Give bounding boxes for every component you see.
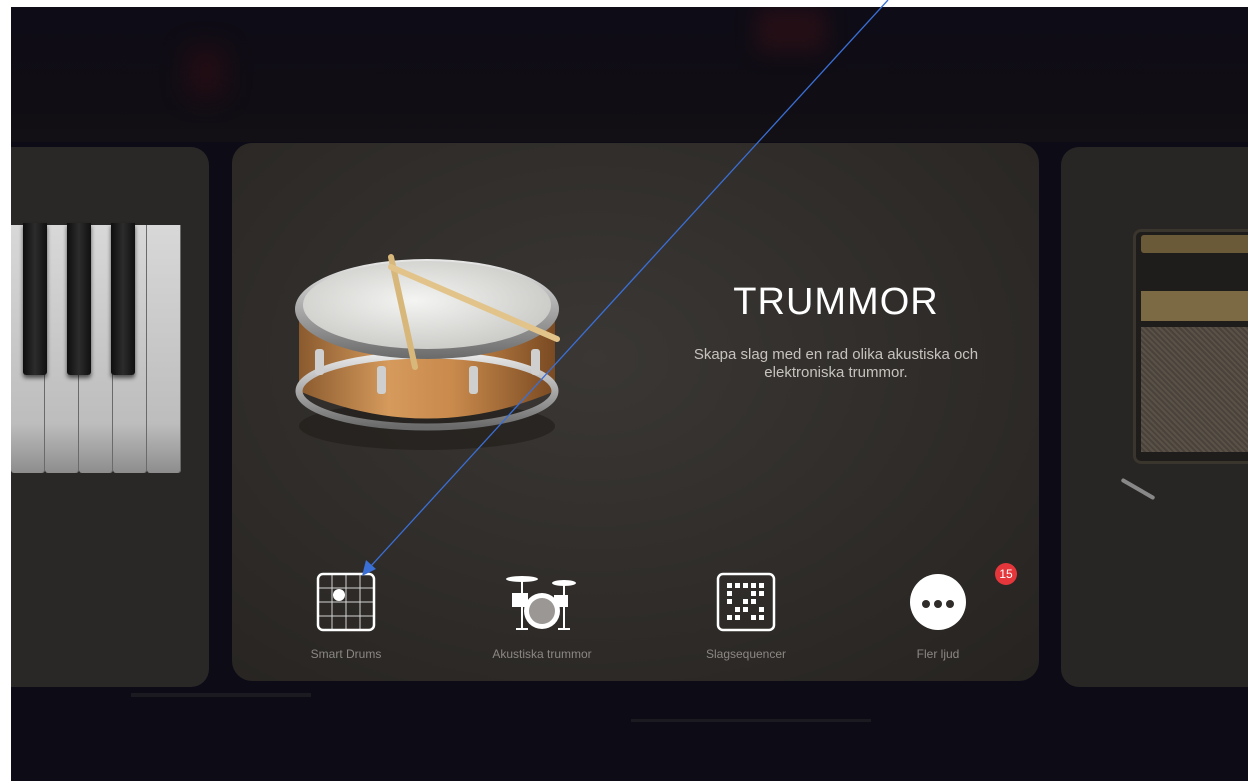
option-label: Akustiska trummor [492, 647, 592, 661]
background-smudge [131, 693, 311, 697]
smart-drums-button[interactable]: Smart Drums [276, 571, 416, 661]
guitar-amp-image: G [1133, 229, 1248, 464]
step-sequencer-icon [716, 572, 776, 632]
screen: TRUMMOR Skapa slag med en rad olika akus… [11, 7, 1248, 781]
smart-drums-grid-icon [316, 572, 376, 632]
drums-instrument-card[interactable]: TRUMMOR Skapa slag med en rad olika akus… [232, 143, 1039, 681]
keyboard-instrument-card[interactable] [11, 147, 209, 687]
option-label: Slagsequencer [705, 647, 787, 661]
notification-badge: 15 [995, 563, 1017, 585]
acoustic-drums-button[interactable]: Akustiska trummor [472, 571, 612, 661]
more-sounds-icon [910, 574, 966, 630]
snare-drum-image [295, 254, 560, 450]
piano-keys-image [11, 223, 181, 475]
step-sequencer-button[interactable]: Slagsequencer [676, 571, 816, 661]
option-label: Fler ljud [916, 647, 960, 661]
drum-kit-icon [506, 576, 576, 630]
guitar-cable [1120, 477, 1156, 501]
description-line: elektroniska trummor. [764, 364, 908, 381]
instrument-title: TRUMMOR [733, 281, 939, 323]
background-glow [756, 7, 826, 52]
background-glow [186, 47, 226, 97]
more-sounds-button[interactable]: 15 Fler ljud [868, 563, 1017, 661]
description-line: Skapa slag med en rad olika akustiska oc… [693, 346, 979, 363]
instrument-description: Skapa slag med en rad olika akustiska oc… [636, 346, 1036, 382]
more-sounds-icon-wrapper: 15 [907, 563, 1017, 633]
guitar-instrument-card[interactable]: G [1061, 147, 1248, 687]
option-label: Smart Drums [310, 647, 382, 661]
background-smudge [631, 719, 871, 722]
